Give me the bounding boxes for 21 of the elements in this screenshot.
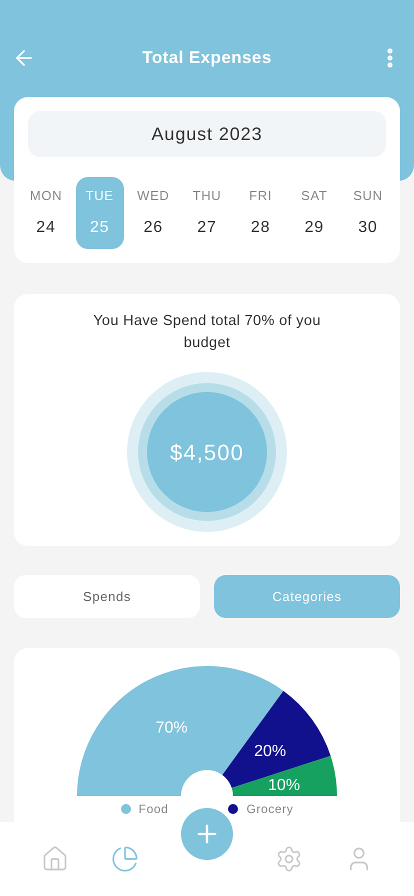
- month-label[interactable]: August 2023: [28, 111, 386, 157]
- tab[interactable]: Spends: [14, 575, 200, 618]
- slice-label: 10%: [268, 776, 300, 794]
- legend-label: Grocery: [246, 801, 294, 818]
- legend-label: Food: [138, 801, 168, 818]
- day-item[interactable]: SUN 30: [344, 177, 392, 249]
- pie-chart-icon[interactable]: [111, 845, 139, 873]
- home-icon[interactable]: [41, 845, 69, 873]
- day-item[interactable]: WED 26: [129, 177, 178, 249]
- day-item[interactable]: FRI 28: [236, 177, 285, 249]
- day-item[interactable]: SAT 29: [290, 177, 338, 249]
- page-title: Total Expenses: [142, 47, 272, 70]
- budget-amount: $4,500: [170, 438, 244, 466]
- slice-label: 70%: [156, 720, 188, 736]
- slice-label: 20%: [254, 743, 286, 760]
- chart-center-hole: [181, 770, 233, 796]
- add-button[interactable]: [181, 808, 233, 860]
- day-item[interactable]: MON 24: [22, 177, 70, 249]
- settings-icon[interactable]: [275, 845, 303, 873]
- day-item[interactable]: THU 27: [182, 177, 231, 249]
- budget-message: You Have Spend total 70% of you budget: [92, 312, 322, 353]
